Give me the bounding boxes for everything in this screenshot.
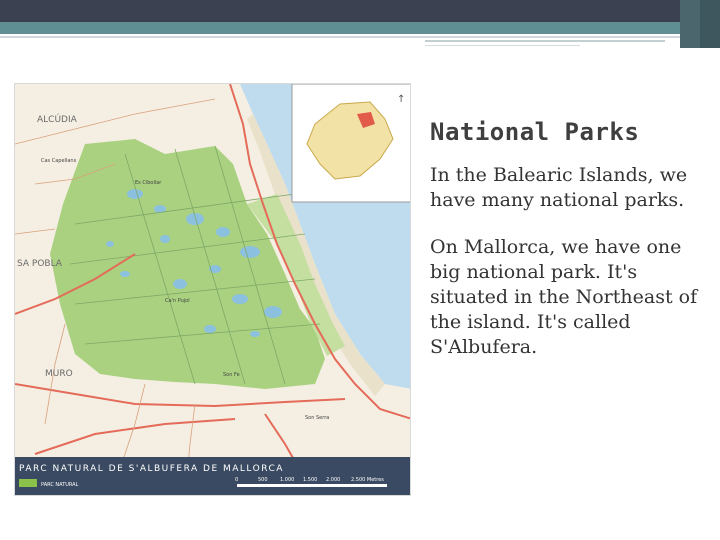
scale-bar [237, 484, 387, 487]
legend-swatch [19, 479, 37, 487]
place-label: MURO [45, 369, 73, 379]
north-arrow-icon: ↑ [397, 94, 405, 105]
divider-line [425, 40, 665, 42]
park-map-svg: ↑ ALCÚDIA SA POBLA MURO Es Cibollar Ca'n… [15, 84, 410, 495]
legend-label: PARC NATURAL [41, 482, 79, 488]
place-label: Ca'n Pujol [165, 298, 190, 304]
place-label: Son Serra [305, 415, 329, 421]
scale-label: 2.500 Metres [351, 477, 384, 483]
place-label: ALCÚDIA [37, 113, 78, 125]
park-map-image: ↑ ALCÚDIA SA POBLA MURO Es Cibollar Ca'n… [14, 83, 411, 496]
slide-body: In the Balearic Islands, we have many na… [430, 163, 700, 382]
divider-line [425, 45, 580, 46]
map-banner-title: PARC NATURAL DE S'ALBUFERA DE MALLORCA [19, 464, 284, 474]
slide-title: National Parks [430, 118, 640, 146]
scale-label: 2.000 [326, 477, 340, 483]
divider-line [0, 36, 680, 38]
place-label: Cas Capellans [41, 158, 77, 164]
scale-label: 1.500 [303, 477, 317, 483]
place-label: SA POBLA [17, 259, 63, 269]
scale-label: 0 [235, 477, 238, 483]
body-paragraph: In the Balearic Islands, we have many na… [430, 164, 688, 211]
top-accent-bar [0, 22, 720, 34]
corner-accent-dark [700, 0, 720, 48]
scale-label: 1.000 [280, 477, 294, 483]
body-paragraph: On Mallorca, we have one big national pa… [430, 236, 698, 358]
scale-label: 500 [258, 477, 268, 483]
top-bar [0, 0, 720, 22]
place-label: Es Cibollar [135, 180, 162, 186]
place-label: Son Fe [223, 372, 240, 378]
